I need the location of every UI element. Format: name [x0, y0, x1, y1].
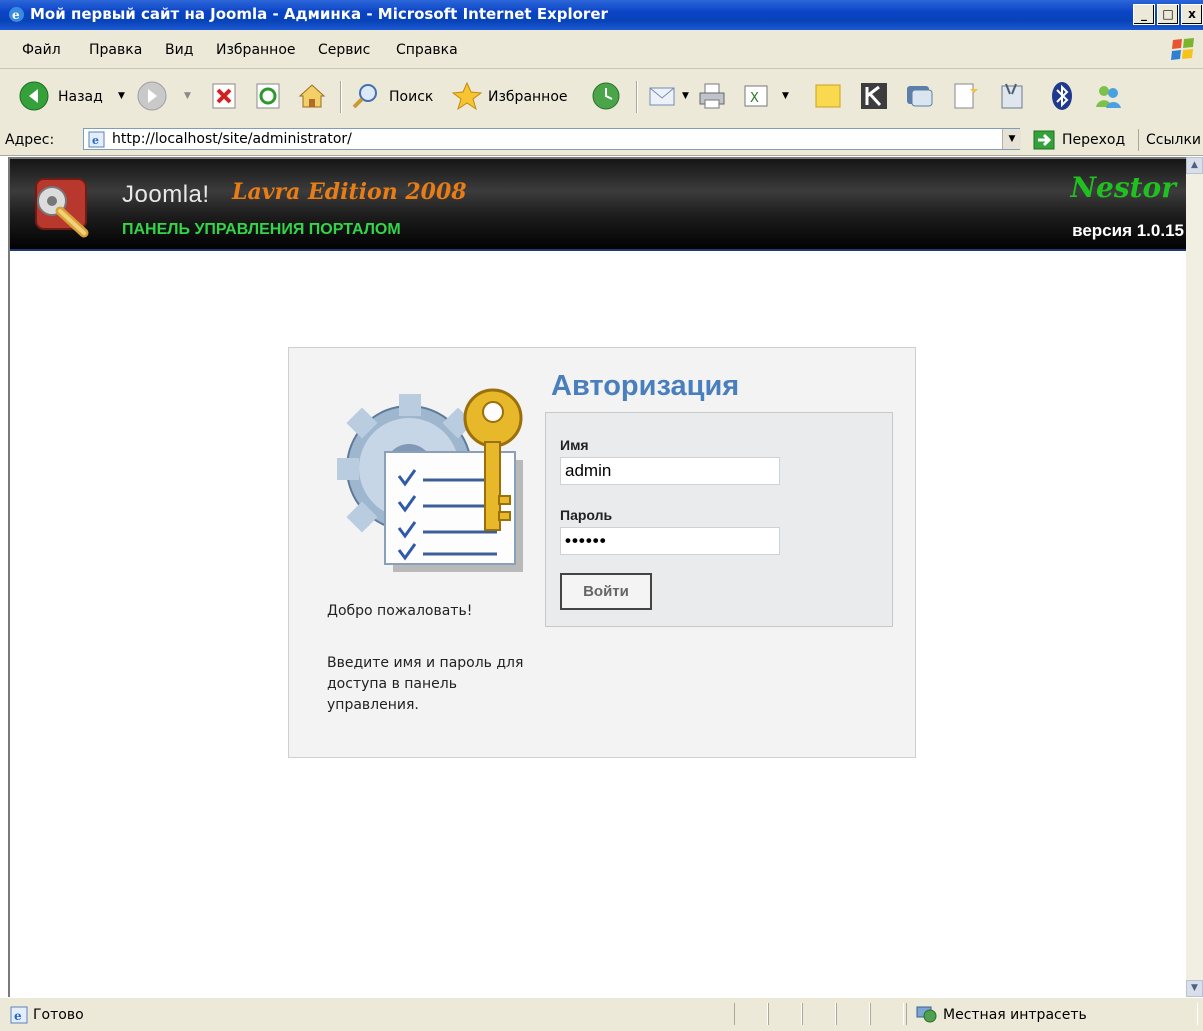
address-bar: Адрес: e http://localhost/site/administr…: [0, 125, 1203, 156]
zone-text: Местная интрасеть: [943, 1007, 1087, 1023]
links-button[interactable]: Ссылки: [1146, 132, 1201, 148]
mail-icon[interactable]: [646, 80, 678, 112]
joomla-logo-icon: [35, 178, 89, 238]
tools-icon[interactable]: [996, 80, 1028, 112]
menu-tools[interactable]: Сервис: [318, 42, 370, 58]
address-separator: [1138, 129, 1139, 151]
status-bar: e Готово Местная интрасеть: [0, 997, 1203, 1031]
menu-file[interactable]: Файл: [22, 42, 61, 58]
menu-bar: Файл Правка Вид Избранное Сервис Справка: [0, 30, 1203, 69]
address-dropdown-icon[interactable]: ▼: [1002, 129, 1021, 149]
maximize-button[interactable]: □: [1157, 4, 1179, 25]
auth-title: Авторизация: [551, 370, 740, 402]
refresh-icon[interactable]: [252, 80, 284, 112]
favorites-button-label[interactable]: Избранное: [488, 89, 568, 105]
bluetooth-icon[interactable]: [1046, 80, 1078, 112]
research-icon[interactable]: [950, 80, 982, 112]
page-content: Joomla! Lavra Edition 2008 ПАНЕЛЬ УПРАВЛ…: [8, 157, 1188, 999]
menu-favorites[interactable]: Избранное: [216, 42, 296, 58]
status-cell: [734, 1003, 768, 1025]
gear-key-checklist-icon: [337, 388, 523, 572]
go-button-label[interactable]: Переход: [1062, 132, 1125, 148]
edit-dropdown-icon[interactable]: ▼: [782, 91, 789, 101]
forward-icon[interactable]: [136, 80, 168, 112]
page-done-icon: e: [10, 1006, 28, 1024]
toolbar-separator: [636, 81, 638, 113]
login-button[interactable]: Войти: [560, 573, 652, 610]
page-icon: e: [88, 131, 105, 148]
header-divider: [10, 249, 1188, 251]
status-text: Готово: [33, 1007, 84, 1023]
joomla-header: Joomla! Lavra Edition 2008 ПАНЕЛЬ УПРАВЛ…: [10, 159, 1188, 251]
header-subtitle: ПАНЕЛЬ УПРАВЛЕНИЯ ПОРТАЛОМ: [122, 221, 401, 238]
print-icon[interactable]: [696, 80, 728, 112]
instructions-text: Введите имя и пароль для доступа в панел…: [327, 655, 524, 713]
go-arrow-icon[interactable]: [1033, 130, 1055, 150]
password-label: Пароль: [560, 507, 613, 523]
password-input[interactable]: ••••••: [560, 527, 780, 555]
back-button-label[interactable]: Назад: [58, 89, 103, 105]
minimize-button[interactable]: _: [1133, 4, 1155, 25]
menu-view[interactable]: Вид: [165, 42, 193, 58]
address-input[interactable]: e http://localhost/site/administrator/: [83, 128, 1020, 150]
edit-icon[interactable]: X: [740, 80, 772, 112]
search-button-label[interactable]: Поиск: [389, 89, 433, 105]
back-icon[interactable]: [18, 80, 50, 112]
status-cell: [870, 1003, 904, 1025]
search-icon[interactable]: [350, 80, 382, 112]
joomla-brand: Joomla!: [122, 181, 210, 208]
messenger-icon[interactable]: [904, 80, 936, 112]
vertical-scrollbar[interactable]: ▲ ▼: [1186, 157, 1203, 997]
welcome-text: Добро пожаловать!: [327, 603, 473, 619]
note-icon[interactable]: [812, 80, 844, 112]
title-bar: e Мой первый сайт на Joomla - Админка - …: [0, 0, 1203, 30]
stop-icon[interactable]: [208, 80, 240, 112]
status-cell: [768, 1003, 802, 1025]
home-icon[interactable]: [296, 80, 328, 112]
k-app-icon[interactable]: [858, 80, 890, 112]
nestor-label: Nestor: [1070, 171, 1176, 204]
svg-text:e: e: [14, 1009, 22, 1023]
ie-icon: e: [9, 7, 24, 22]
forward-dropdown-icon[interactable]: ▼: [184, 91, 191, 101]
status-cell: [802, 1003, 836, 1025]
scroll-down-icon[interactable]: ▼: [1186, 980, 1203, 997]
back-dropdown-icon[interactable]: ▼: [118, 91, 125, 101]
address-label: Адрес:: [5, 132, 55, 148]
address-url: http://localhost/site/administrator/: [112, 131, 352, 147]
login-panel: Добро пожаловать! Введите имя и пароль д…: [288, 347, 916, 758]
version-label: версия 1.0.15: [1072, 221, 1184, 240]
username-input[interactable]: admin: [560, 457, 780, 485]
username-label: Имя: [560, 437, 589, 453]
svg-text:e: e: [12, 8, 20, 22]
menu-help[interactable]: Справка: [396, 42, 458, 58]
window-title: Мой первый сайт на Joomla - Админка - Mi…: [30, 5, 608, 23]
svg-text:X: X: [750, 91, 759, 106]
svg-text:e: e: [92, 134, 99, 147]
history-icon[interactable]: [590, 80, 622, 112]
login-form: Имя admin Пароль •••••• Войти: [545, 412, 893, 627]
intranet-zone-icon: [916, 1006, 937, 1023]
status-cell: [836, 1003, 870, 1025]
scroll-up-icon[interactable]: ▲: [1186, 157, 1203, 174]
mail-dropdown-icon[interactable]: ▼: [682, 91, 689, 101]
close-button[interactable]: x: [1181, 4, 1203, 25]
edition-label: Lavra Edition 2008: [232, 179, 467, 205]
toolbar: Назад ▼ ▼ Поиск Избранное ▼ X ▼: [0, 69, 1203, 126]
favorites-star-icon[interactable]: [451, 80, 483, 112]
toolbar-separator: [340, 81, 342, 113]
windows-logo-icon: [1171, 38, 1194, 60]
contacts-icon[interactable]: [1092, 80, 1124, 112]
menu-edit[interactable]: Правка: [89, 42, 142, 58]
